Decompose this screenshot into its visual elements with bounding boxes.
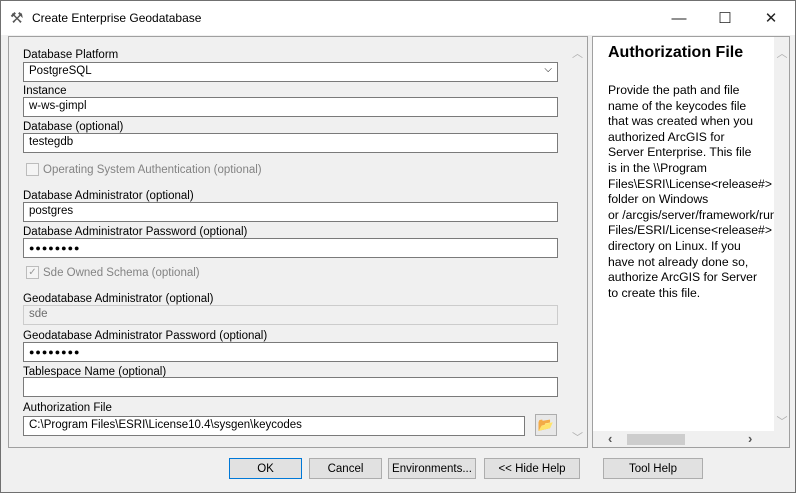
scroll-down-icon[interactable]: ﹀	[774, 413, 789, 429]
dba-password-input[interactable]: ●●●●●●●●	[23, 238, 558, 258]
dba-input[interactable]: postgres	[23, 202, 558, 222]
scroll-thumb[interactable]	[627, 434, 685, 445]
platform-value: PostgreSQL	[29, 65, 92, 77]
tool-help-button[interactable]: Tool Help	[603, 458, 703, 479]
environments-button[interactable]: Environments...	[388, 458, 476, 479]
gdb-password-input[interactable]: ●●●●●●●●	[23, 342, 558, 362]
help-line: or /arcgis/server/framework/runtime/.win…	[608, 207, 774, 222]
scroll-up-icon[interactable]: ︿	[774, 45, 789, 61]
checkbox-box[interactable]	[26, 163, 39, 176]
os-auth-label: Operating System Authentication (optiona…	[43, 163, 262, 176]
hammer-icon: ⚒	[10, 10, 24, 27]
cancel-button[interactable]: Cancel	[309, 458, 382, 479]
help-line: that was created when you	[608, 114, 753, 129]
help-panel: Authorization File Provide the path and …	[592, 36, 790, 448]
chevron-down-icon: ⌵	[544, 64, 552, 75]
os-auth-checkbox[interactable]: Operating System Authentication (optiona…	[26, 163, 262, 176]
folder-icon: 📂	[537, 417, 555, 432]
auth-file-label: Authorization File	[23, 402, 112, 414]
gdb-password-label: Geodatabase Administrator Password (opti…	[23, 330, 268, 342]
platform-label: Database Platform	[23, 49, 119, 61]
help-line: authorized ArcGIS for	[608, 129, 725, 144]
help-line: authorize ArcGIS for Server	[608, 270, 758, 285]
help-line: folder on Windows	[608, 192, 709, 207]
sde-schema-checkbox[interactable]: ✓ Sde Owned Schema (optional)	[26, 266, 200, 279]
window-title: Create Enterprise Geodatabase	[32, 11, 202, 25]
help-line: is in the \\Program	[608, 160, 707, 175]
browse-folder-button[interactable]: 📂	[535, 414, 557, 436]
minimize-button[interactable]: —	[656, 1, 702, 35]
title-bar: ⚒ Create Enterprise Geodatabase — ☐ ✕	[1, 1, 795, 35]
help-line: Files/ESRI/License<release#>	[608, 223, 772, 238]
help-text: Provide the path and file name of the ke…	[608, 83, 774, 301]
help-line: Files\ESRI\License<release#>	[608, 176, 772, 191]
tablespace-input[interactable]	[23, 377, 558, 397]
help-title: Authorization File	[608, 44, 744, 61]
help-horizontal-scrollbar[interactable]: ‹ ›	[593, 431, 789, 447]
help-line: Server Enterprise. This file	[608, 145, 752, 160]
help-line: have not already done so,	[608, 254, 749, 269]
check-icon[interactable]: ✓	[26, 266, 39, 279]
help-line: Provide the path and file	[608, 83, 740, 97]
platform-select[interactable]: PostgreSQL ⌵	[23, 62, 558, 82]
hide-help-button[interactable]: << Hide Help	[484, 458, 580, 479]
help-vertical-scrollbar[interactable]: ︿ ﹀	[774, 37, 789, 431]
scroll-right-icon[interactable]: ›	[748, 431, 752, 446]
close-button[interactable]: ✕	[748, 1, 794, 35]
gdb-admin-label: Geodatabase Administrator (optional)	[23, 293, 214, 305]
instance-input[interactable]: w-ws-gimpl	[23, 97, 558, 117]
database-input[interactable]: testegdb	[23, 133, 558, 153]
ok-button[interactable]: OK	[229, 458, 302, 479]
sde-schema-label: Sde Owned Schema (optional)	[43, 266, 200, 279]
gdb-admin-input: sde	[23, 305, 558, 325]
parameters-scrollbar[interactable]: ︿ ﹀	[568, 37, 587, 447]
database-label: Database (optional)	[23, 121, 124, 133]
scroll-up-icon[interactable]: ︿	[568, 45, 587, 61]
help-line: directory on Linux. If you	[608, 238, 741, 253]
scroll-left-icon[interactable]: ‹	[608, 431, 612, 446]
maximize-button[interactable]: ☐	[702, 1, 748, 35]
scroll-down-icon[interactable]: ﹀	[568, 429, 587, 445]
help-line: to create this file.	[608, 285, 701, 300]
help-line: name of the keycodes file	[608, 98, 747, 113]
dba-label: Database Administrator (optional)	[23, 190, 194, 202]
instance-label: Instance	[23, 85, 67, 97]
auth-file-input[interactable]: C:\Program Files\ESRI\License10.4\sysgen…	[23, 416, 525, 436]
dba-password-label: Database Administrator Password (optiona…	[23, 226, 248, 238]
